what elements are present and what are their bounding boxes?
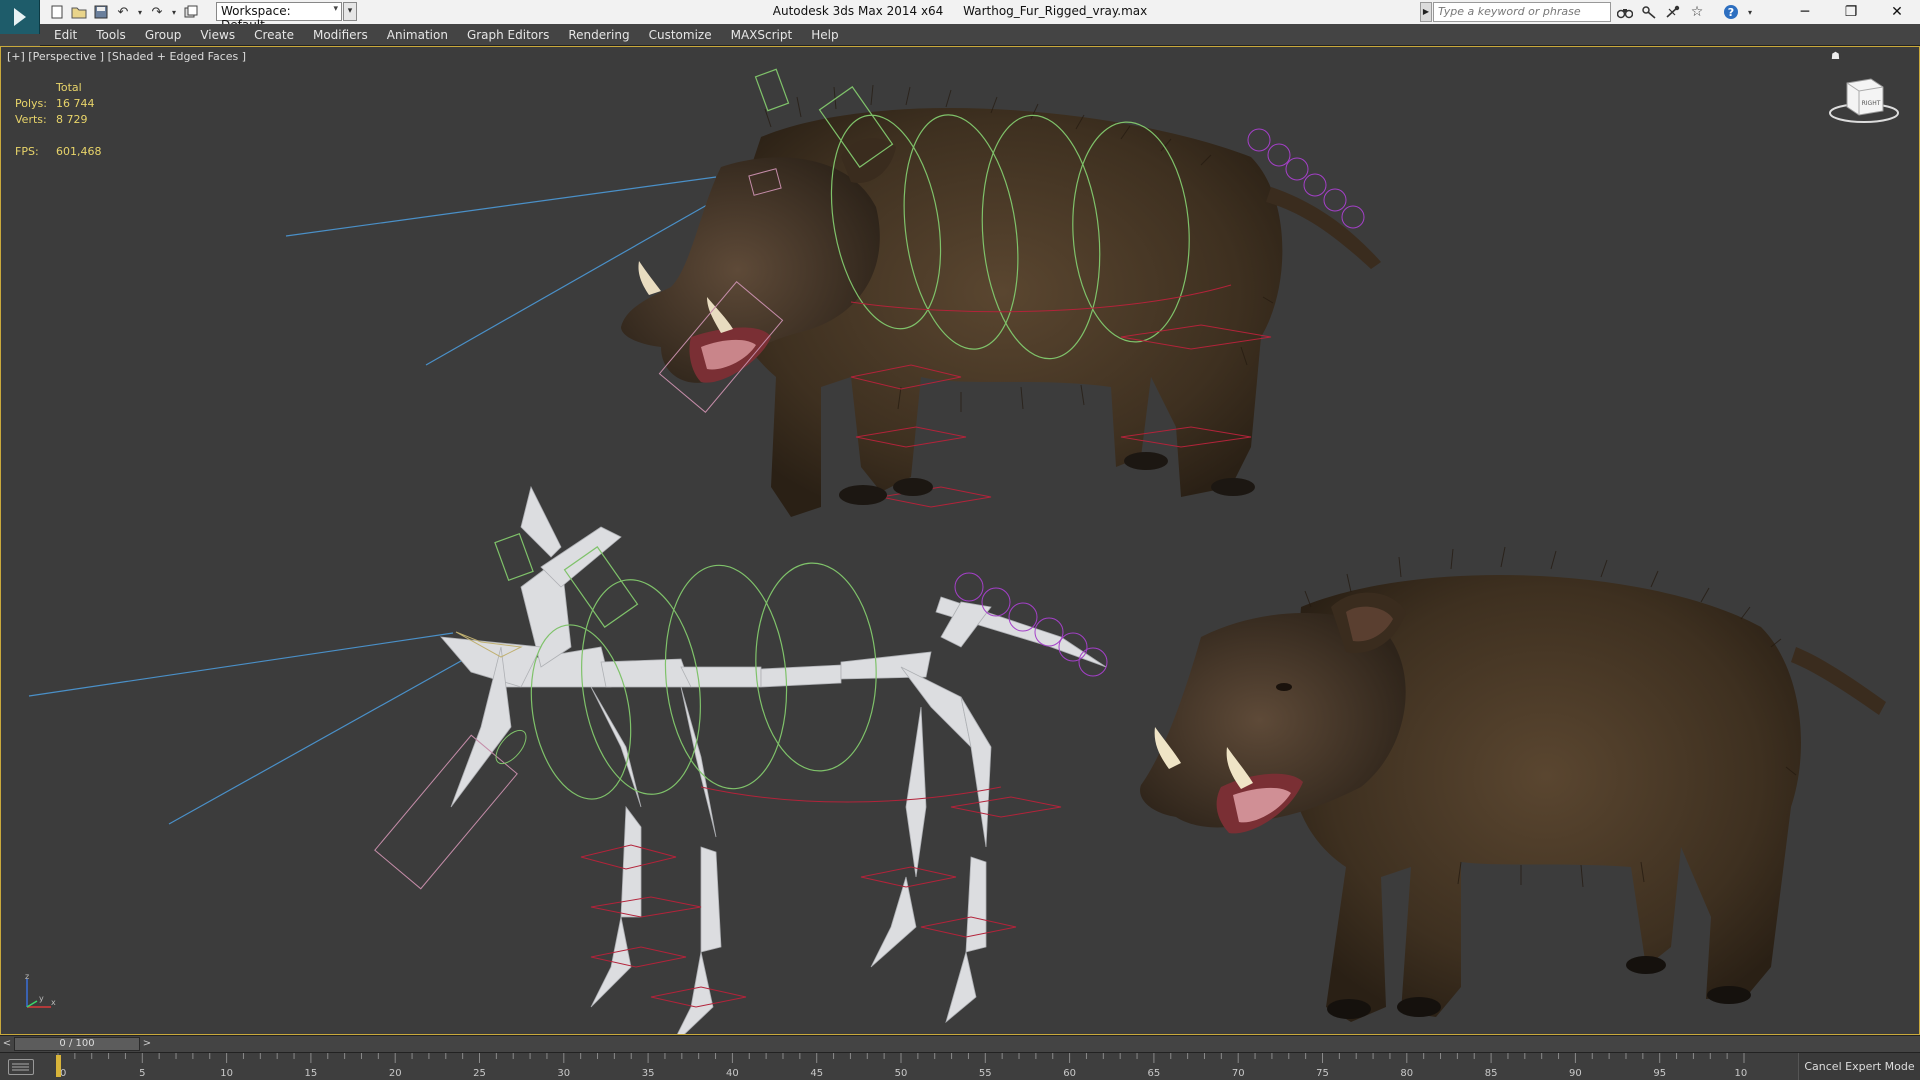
viewcube-icon[interactable]: RIGHT (1827, 73, 1901, 129)
menu-edit[interactable]: Edit (54, 28, 77, 42)
binoculars-icon[interactable] (1616, 3, 1634, 21)
timeline-tick-label: 30 (557, 1068, 570, 1079)
timeline-tick-label: 100 (1734, 1068, 1747, 1079)
svg-text:?: ? (1728, 6, 1734, 19)
time-slider-bar: < 0 / 100 > (0, 1035, 1920, 1052)
timeline-tick-label: 70 (1232, 1068, 1245, 1079)
timeline-tick-label: 35 (642, 1068, 655, 1079)
undo-dropdown-icon[interactable]: ▾ (136, 3, 144, 21)
file-name: Warthog_Fur_Rigged_vray.max (963, 4, 1148, 18)
timeline-tick-label: 25 (473, 1068, 486, 1079)
help-icon[interactable]: ? (1722, 3, 1740, 21)
menu-help[interactable]: Help (811, 28, 838, 42)
timeline-tick-label: 95 (1653, 1068, 1666, 1079)
viewport-label[interactable]: [+] [Perspective ] [Shaded + Edged Faces… (7, 50, 246, 63)
chevron-down-icon: ▾ (333, 4, 338, 14)
menu-animation[interactable]: Animation (387, 28, 448, 42)
project-folder-icon[interactable] (182, 3, 200, 21)
axis-tripod: z x y (25, 973, 56, 1008)
mini-curve-editor-icon[interactable] (8, 1059, 34, 1075)
stats-total-label: Total (56, 81, 82, 94)
timeline-tick-label: 80 (1400, 1068, 1413, 1079)
stats-polys-value: 16 744 (56, 97, 95, 110)
menu-group[interactable]: Group (145, 28, 182, 42)
stats-polys-label: Polys: (15, 97, 47, 110)
timeline-tick-label: 20 (389, 1068, 402, 1079)
track-bar: 0 5 10 15 20 25 30 35 40 45 50 55 60 65 70 75 80 85 90 95 10… (0, 1052, 1920, 1080)
timeline-tick-label: 90 (1569, 1068, 1582, 1079)
minimize-button[interactable]: ─ (1782, 0, 1828, 24)
warthog-skeleton-rig[interactable] (28, 485, 1108, 1034)
stats-verts-label: Verts: (15, 113, 47, 126)
workspace-dropdown[interactable]: Workspace: Default ▾ (216, 2, 342, 32)
timeline-tick-label: 75 (1316, 1068, 1329, 1079)
cancel-expert-mode-button[interactable]: Cancel Expert Mode (1798, 1053, 1920, 1080)
new-file-icon[interactable] (48, 3, 66, 21)
scene-canvas[interactable] (1, 47, 1919, 1034)
menu-create[interactable]: Create (254, 28, 294, 42)
viewport-statistics: Total Polys: 16 744 Verts: 8 729 FPS: 601,4… (15, 81, 102, 161)
current-frame-marker[interactable] (56, 1055, 61, 1077)
undo-icon[interactable]: ↶ (114, 3, 132, 21)
menu-tools[interactable]: Tools (96, 28, 126, 42)
warthog-rendered-model[interactable] (1140, 546, 1886, 1022)
menu-maxscript[interactable]: MAXScript (731, 28, 793, 42)
timeline-tick-label: 10 (220, 1068, 233, 1079)
viewcube-face-label: RIGHT (1862, 100, 1881, 107)
key-icon[interactable] (1640, 3, 1658, 21)
menu-views[interactable]: Views (200, 28, 235, 42)
close-button[interactable]: ✕ (1874, 0, 1920, 24)
prev-frame-button[interactable]: < (0, 1036, 14, 1052)
toolbar-overflow-icon[interactable]: ▾ (343, 2, 357, 21)
timeline-tick-label: 50 (895, 1068, 908, 1079)
timeline-ruler[interactable]: 0 5 10 15 20 25 30 35 40 45 50 55 60 65 70 75 80 85 90 95 10… (55, 1053, 1747, 1080)
app-name: Autodesk 3ds Max 2014 x64 (772, 4, 944, 18)
menu-rendering[interactable]: Rendering (568, 28, 629, 42)
title-bar: ↶ ▾ ↷ ▾ Workspace: Default ▾ ▾ Autodesk … (0, 0, 1920, 32)
redo-dropdown-icon[interactable]: ▾ (170, 3, 178, 21)
timeline-tick-label: 5 (139, 1068, 145, 1079)
timeline-tick-label: 55 (979, 1068, 992, 1079)
help-dropdown-icon[interactable]: ▾ (1746, 3, 1754, 21)
menu-bar: Edit Tools Group Views Create Modifiers … (40, 24, 1920, 46)
favorites-star-icon[interactable]: ☆ (1688, 3, 1706, 21)
time-slider[interactable]: 0 / 100 (14, 1037, 140, 1051)
menu-graph-editors[interactable]: Graph Editors (467, 28, 549, 42)
app-logo-icon[interactable] (0, 0, 40, 34)
next-frame-button[interactable]: > (140, 1036, 154, 1052)
axis-z-label: z (25, 973, 29, 981)
stats-fps-label: FPS: (15, 145, 39, 158)
infocenter-toolbar: ☆ ? ▾ (1616, 2, 1754, 22)
search-expand-icon[interactable]: ▶ (1420, 2, 1432, 22)
save-file-icon[interactable] (92, 3, 110, 21)
menu-modifiers[interactable]: Modifiers (313, 28, 368, 42)
timeline-tick-label: 40 (726, 1068, 739, 1079)
home-icon[interactable]: ☗ (1831, 51, 1840, 62)
timeline-tick-label: 85 (1485, 1068, 1498, 1079)
timeline-tick-label: 65 (1148, 1068, 1161, 1079)
stats-verts-value: 8 729 (56, 113, 88, 126)
axis-x-label: x (51, 998, 56, 1007)
timeline-tick-label: 60 (1063, 1068, 1076, 1079)
restore-button[interactable]: ❐ (1828, 0, 1874, 24)
warthog-rigged-model[interactable] (285, 68, 1381, 517)
menu-customize[interactable]: Customize (649, 28, 712, 42)
stats-fps-value: 601,468 (56, 145, 102, 158)
communication-center-icon[interactable] (1664, 3, 1682, 21)
window-controls: ─ ❐ ✕ (1782, 0, 1920, 24)
quick-access-toolbar: ↶ ▾ ↷ ▾ (48, 3, 200, 21)
perspective-viewport[interactable]: [+] [Perspective ] [Shaded + Edged Faces… (0, 46, 1920, 1035)
redo-icon[interactable]: ↷ (148, 3, 166, 21)
timeline-tick-label: 15 (305, 1068, 318, 1079)
timeline-tick-label: 45 (810, 1068, 823, 1079)
open-file-icon[interactable] (70, 3, 88, 21)
search-input[interactable]: Type a keyword or phrase (1433, 2, 1611, 22)
axis-y-label: y (39, 994, 44, 1003)
